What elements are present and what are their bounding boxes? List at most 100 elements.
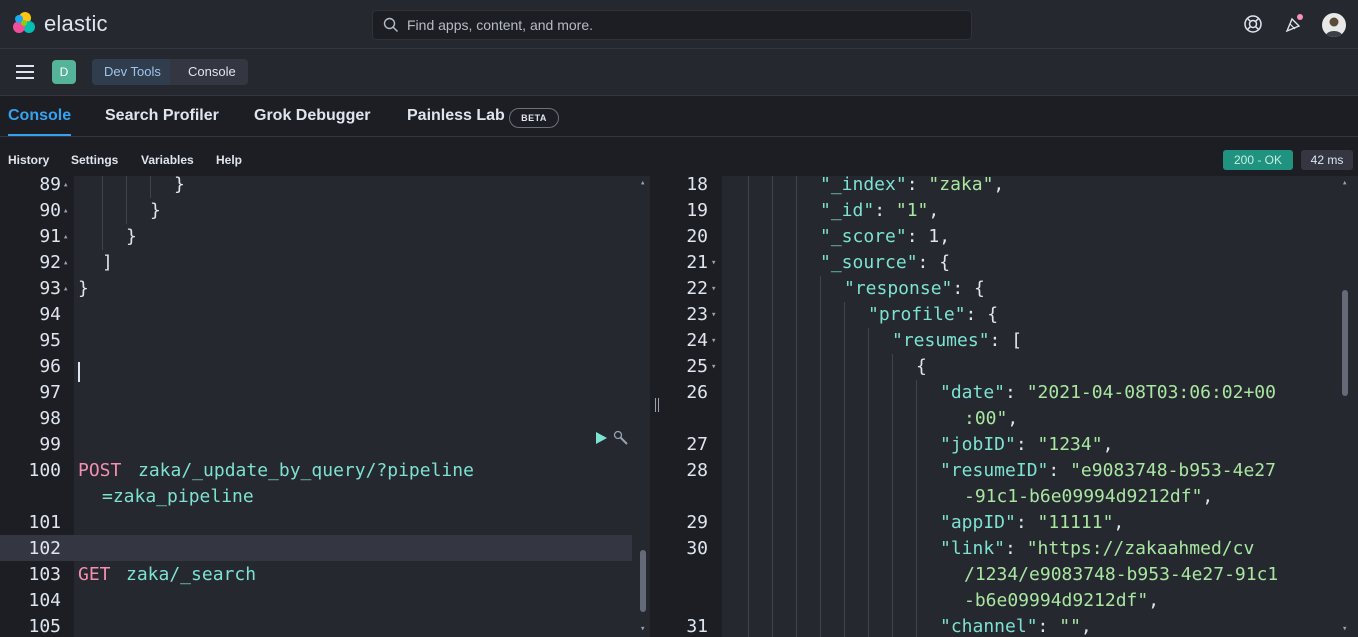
- menu-variables[interactable]: Variables: [141, 153, 194, 167]
- json-key: "link": [940, 538, 1006, 559]
- search-input[interactable]: Find apps, content, and more.: [407, 11, 593, 39]
- line-number: 94: [39, 304, 61, 325]
- line-number: 27: [686, 434, 708, 455]
- json-value: "1234": [1037, 434, 1103, 455]
- newsfeed-icon[interactable]: [1284, 14, 1304, 34]
- response-time-badge: 42 ms: [1301, 150, 1353, 170]
- active-line-highlight: [0, 535, 632, 561]
- breadcrumb-dev-tools[interactable]: Dev Tools: [92, 59, 184, 85]
- response-line-28: "resumeID": "e9083748-b953-4e27: [940, 460, 1276, 481]
- beta-badge: BETA: [509, 108, 559, 128]
- response-line-29: "appID": "11111",: [940, 512, 1125, 533]
- response-line-22: "response": {: [844, 278, 985, 299]
- response-scroll-thumb[interactable]: [1342, 290, 1348, 396]
- fold-arrow-icon[interactable]: ▾: [711, 328, 716, 354]
- line-number: 89: [39, 176, 61, 195]
- scroll-up-arrow-icon[interactable]: ▴: [640, 176, 645, 196]
- tab-search-profiler[interactable]: Search Profiler: [105, 96, 219, 136]
- response-line-30-wrap: /1234/e9083748-b953-4e27-91c1: [964, 562, 1278, 588]
- code-line-91: }: [126, 226, 137, 247]
- search-icon: [383, 17, 398, 32]
- fold-arrow-icon[interactable]: ▴: [63, 276, 68, 302]
- global-search[interactable]: Find apps, content, and more.: [372, 10, 972, 40]
- fold-arrow-icon[interactable]: ▾: [711, 250, 716, 276]
- json-value: /1234/e9083748-b953-4e27-91c1: [964, 564, 1279, 585]
- response-line-18: "_index": "zaka",: [820, 176, 1005, 195]
- line-number: 21: [686, 252, 708, 273]
- fold-arrow-icon[interactable]: ▴: [63, 176, 68, 198]
- tab-console[interactable]: Console: [8, 96, 72, 136]
- console-menu: History Settings Variables Help: [0, 137, 1358, 175]
- scroll-up-arrow-icon[interactable]: ▴: [1342, 176, 1347, 196]
- line-number: 18: [686, 176, 708, 195]
- indent-guide: [126, 176, 127, 224]
- line-number: 25: [686, 356, 708, 377]
- breadcrumb-bar: D Dev Tools Console: [0, 49, 1358, 96]
- line-number: 91: [39, 226, 61, 247]
- json-value: "zaka": [928, 176, 994, 195]
- tab-grok-debugger[interactable]: Grok Debugger: [254, 96, 370, 136]
- line-number: 95: [39, 330, 61, 351]
- fold-arrow-icon[interactable]: ▴: [63, 250, 68, 276]
- line-number: 105: [28, 616, 61, 637]
- json-key: "response": [844, 278, 953, 299]
- fold-arrow-icon[interactable]: ▾: [711, 302, 716, 328]
- scroll-down-arrow-icon[interactable]: ▾: [1342, 616, 1347, 637]
- line-number: 90: [39, 200, 61, 221]
- request-scroll-thumb[interactable]: [640, 550, 646, 612]
- line-number: 20: [686, 226, 708, 247]
- request-editor[interactable]: 89 ▴ 90 ▴ 91 ▴ 92 ▴ 93 ▴ 94 95 96 97 98 …: [0, 176, 650, 637]
- fold-arrow-icon[interactable]: ▴: [63, 224, 68, 250]
- line-number: 102: [28, 538, 61, 559]
- space-avatar[interactable]: D: [52, 60, 76, 84]
- help-icon[interactable]: [1243, 14, 1263, 34]
- line-number: 29: [686, 512, 708, 533]
- resize-handle-icon[interactable]: [655, 398, 659, 412]
- menu-help[interactable]: Help: [216, 153, 242, 167]
- scroll-down-arrow-icon[interactable]: ▾: [640, 616, 645, 637]
- line-number: 103: [28, 564, 61, 585]
- top-header: elastic Find apps, content, and more.: [0, 0, 1358, 49]
- response-line-31: "channel": "",: [940, 616, 1092, 637]
- response-scrollbar[interactable]: ▴ ▾: [1340, 176, 1350, 637]
- elastic-logo-text[interactable]: elastic: [44, 11, 108, 37]
- request-url-get: zaka/_search: [126, 564, 257, 585]
- breadcrumb-console: Console: [170, 59, 248, 85]
- json-key: "date": [940, 382, 1006, 403]
- response-line-23: "profile": {: [868, 304, 999, 325]
- request-scrollbar[interactable]: ▴ ▾: [638, 176, 648, 637]
- line-number: 28: [686, 460, 708, 481]
- tab-painless-lab[interactable]: Painless Lab: [407, 96, 505, 136]
- json-key: "resumeID": [940, 460, 1049, 481]
- response-status-badge: 200 - OK: [1223, 150, 1293, 170]
- user-avatar[interactable]: [1322, 13, 1346, 37]
- response-editor[interactable]: 18 19 20 21 ▾ 22 ▾ 23 ▾ 24 ▾ 25 ▾ 26 27 …: [664, 176, 1358, 637]
- wrench-icon[interactable]: [613, 430, 629, 446]
- json-key: "profile": [868, 304, 966, 325]
- fold-arrow-icon[interactable]: ▾: [711, 354, 716, 380]
- request-method-get: GET: [78, 564, 111, 585]
- json-value: "2021-04-08T03:06:02+00: [1026, 382, 1276, 403]
- json-key: "resumes": [892, 330, 990, 351]
- menu-icon[interactable]: [16, 65, 34, 79]
- elastic-logo-icon[interactable]: [12, 11, 36, 35]
- response-line-19: "_id": "1",: [820, 200, 940, 221]
- json-value: "https://zakaahmed/cv: [1026, 538, 1255, 559]
- menu-history[interactable]: History: [8, 153, 49, 167]
- line-number: 26: [686, 382, 708, 403]
- response-line-27: "jobID": "1234",: [940, 434, 1114, 455]
- request-method-post: POST: [78, 460, 122, 481]
- json-key: "_id": [820, 200, 875, 221]
- json-key: "_index": [820, 176, 907, 195]
- code-line-93: }: [78, 278, 89, 299]
- json-key: "channel": [940, 616, 1038, 637]
- line-number: 96: [39, 356, 61, 377]
- line-number: 97: [39, 382, 61, 403]
- line-number: 98: [39, 408, 61, 429]
- fold-arrow-icon[interactable]: ▴: [63, 198, 68, 224]
- play-icon[interactable]: [594, 431, 608, 445]
- indent-guide: [748, 176, 749, 637]
- menu-settings[interactable]: Settings: [71, 153, 118, 167]
- fold-arrow-icon[interactable]: ▾: [711, 276, 716, 302]
- json-key: "_source": [820, 252, 918, 273]
